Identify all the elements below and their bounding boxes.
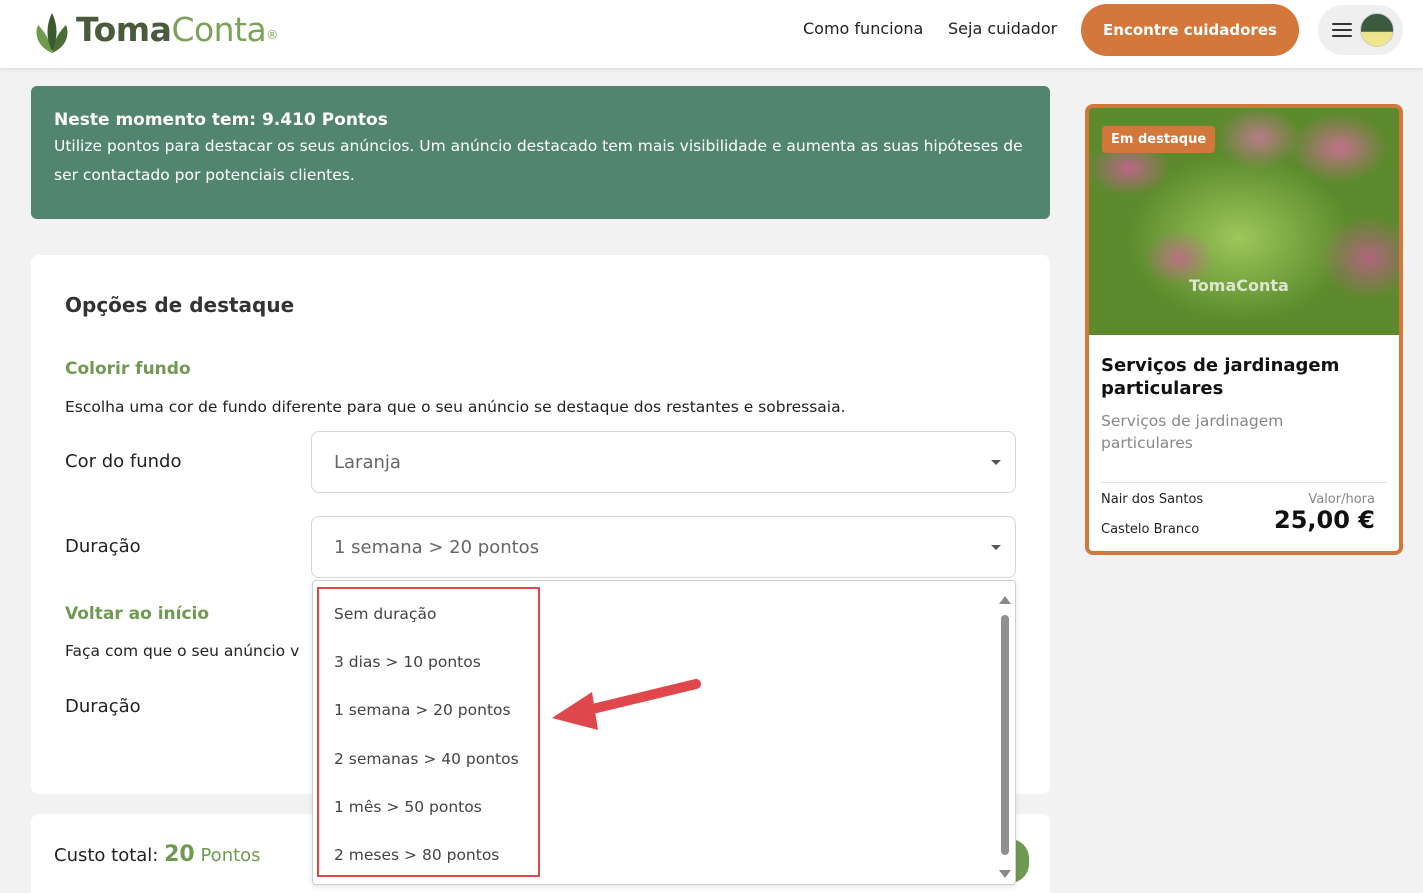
color-select-value: Laranja xyxy=(334,451,401,473)
logo-text: TomaConta® xyxy=(76,10,278,49)
color-duration-label: Duração xyxy=(65,536,141,557)
divider xyxy=(1101,482,1387,483)
annotation-arrow-icon xyxy=(552,679,701,730)
scroll-down-icon[interactable] xyxy=(999,870,1011,878)
total-cost-label: Custo total: xyxy=(54,845,159,866)
annotation-box xyxy=(317,587,540,877)
find-caregivers-button[interactable]: Encontre cuidadores xyxy=(1081,4,1299,56)
scroll-up-icon[interactable] xyxy=(999,596,1011,604)
provider-city: Castelo Branco xyxy=(1101,522,1200,537)
top-duration-label: Duração xyxy=(65,696,141,717)
color-duration-select[interactable]: 1 semana > 20 pontos xyxy=(311,516,1016,578)
points-balance: Neste momento tem: 9.410 Pontos xyxy=(54,110,388,130)
total-cost-unit: Pontos xyxy=(200,845,261,866)
scroll-thumb[interactable] xyxy=(1001,615,1009,855)
card-title: Opções de destaque xyxy=(65,293,295,317)
total-cost: Custo total: 20 Pontos xyxy=(54,842,261,867)
points-banner: Neste momento tem: 9.410 Pontos Utilize … xyxy=(31,86,1050,219)
points-info-text: Utilize pontos para destacar os seus anú… xyxy=(54,137,1023,184)
nav-be-caregiver[interactable]: Seja cuidador xyxy=(948,19,1057,38)
featured-listing-card[interactable]: Em destaque TomaConta Serviços de jardin… xyxy=(1085,104,1403,555)
color-section-desc: Escolha uma cor de fundo diferente para … xyxy=(65,398,846,416)
top-section-title: Voltar ao início xyxy=(65,604,210,624)
chevron-down-icon xyxy=(991,460,1001,465)
avatar xyxy=(1360,13,1394,47)
hamburger-icon xyxy=(1332,23,1352,37)
user-menu-button[interactable] xyxy=(1318,5,1403,55)
color-select[interactable]: Laranja xyxy=(311,431,1016,493)
color-duration-value: 1 semana > 20 pontos xyxy=(334,536,540,558)
color-section-title: Colorir fundo xyxy=(65,359,191,379)
listing-price: 25,00 € xyxy=(1274,506,1375,534)
site-header: TomaConta® Como funciona Seja cuidador E… xyxy=(0,0,1423,68)
leaf-logo-icon xyxy=(36,12,68,53)
chevron-down-icon xyxy=(991,545,1001,550)
featured-badge: Em destaque xyxy=(1102,126,1216,153)
dropdown-scrollbar[interactable] xyxy=(999,587,1011,878)
listing-title: Serviços de jardinagem particulares xyxy=(1101,355,1340,399)
provider-name: Nair dos Santos xyxy=(1101,492,1204,507)
total-cost-value: 20 xyxy=(164,842,195,867)
nav-how-it-works[interactable]: Como funciona xyxy=(803,19,923,38)
image-watermark: TomaConta xyxy=(1189,276,1289,295)
top-section-desc: Faça com que o seu anúncio v xyxy=(65,642,300,660)
color-label: Cor do fundo xyxy=(65,451,182,472)
rate-label: Valor/hora xyxy=(1308,492,1375,507)
logo[interactable]: TomaConta® xyxy=(30,8,278,57)
listing-subtitle: Serviços de jardinagem particulares xyxy=(1101,412,1284,452)
